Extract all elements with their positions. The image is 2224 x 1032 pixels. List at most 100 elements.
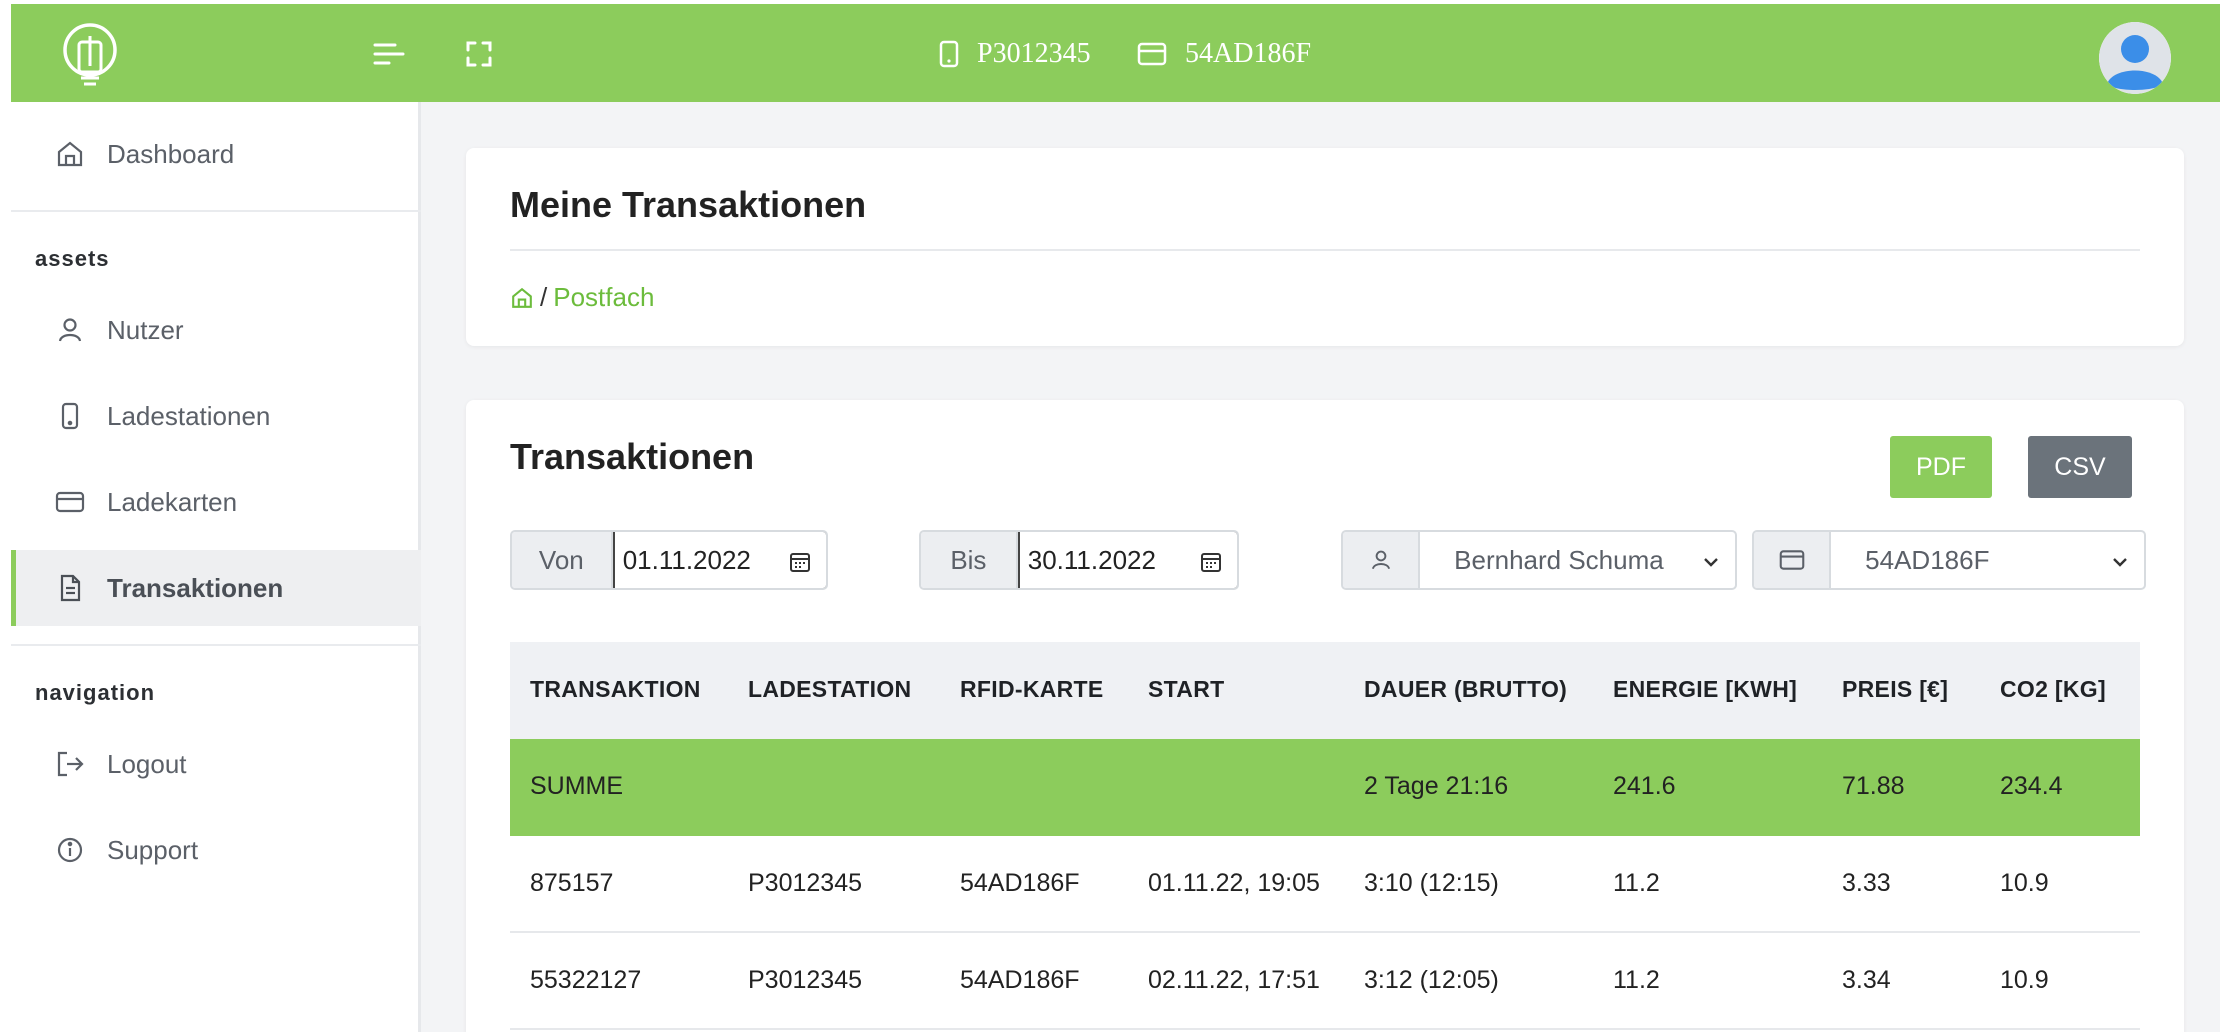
sidebar-item-label: Support: [107, 834, 199, 865]
card-icon: [1137, 42, 1167, 66]
column-header[interactable]: CO2 [KG]: [2000, 642, 2106, 737]
sidebar-section-navigation: navigation: [35, 680, 156, 705]
table-cell: 54AD186F: [960, 966, 1080, 994]
topbar-station[interactable]: P3012345: [939, 34, 1091, 74]
column-header[interactable]: START: [1148, 642, 1224, 737]
sidebar-item-label: Transaktionen: [107, 572, 284, 603]
table-cell: 2 Tage 21:16: [1364, 772, 1509, 800]
sidebar-item-dashboard[interactable]: Dashboard: [11, 116, 421, 192]
table-cell: 10.9: [2000, 966, 2049, 994]
export-pdf-button[interactable]: PDF: [1890, 436, 1992, 498]
title-divider: [510, 249, 2140, 251]
bis-label: Bis: [921, 532, 1018, 588]
sidebar-item-ladekarten[interactable]: Ladekarten: [11, 464, 421, 540]
card-select-prefix: [1754, 532, 1832, 588]
menu-toggle-icon[interactable]: [369, 34, 409, 74]
column-header[interactable]: ENERGIE [KWH]: [1613, 642, 1797, 737]
user-avatar[interactable]: [2099, 22, 2171, 94]
table-cell: 11.2: [1613, 966, 1660, 994]
sidebar-item-label: Ladekarten: [107, 486, 238, 517]
info-icon: [57, 837, 83, 863]
table-row[interactable]: 55322127 P3012345 54AD186F 02.11.22, 17:…: [510, 933, 2140, 1030]
table-cell: 3:12 (12:05): [1364, 966, 1499, 994]
column-header[interactable]: PREIS [€]: [1842, 642, 1948, 737]
table-summary-row: SUMME 2 Tage 21:16 241.6 71.88 234.4: [510, 739, 2140, 836]
breadcrumb: / Postfach: [510, 282, 654, 313]
breadcrumb-separator: /: [540, 282, 548, 312]
user-select[interactable]: Bernhard Schuma: [1420, 532, 1735, 588]
fullscreen-icon[interactable]: [459, 34, 499, 74]
brand-logo-icon[interactable]: [57, 20, 123, 92]
sidebar-divider: [11, 644, 421, 646]
column-header[interactable]: RFID-KARTE: [960, 642, 1104, 737]
calendar-icon[interactable]: [1199, 550, 1223, 574]
sidebar-section-assets: assets: [35, 246, 110, 271]
table-row[interactable]: 875157 P3012345 54AD186F 01.11.22, 19:05…: [510, 836, 2140, 933]
table-header-row: TRANSAKTION LADESTATION RFID-KARTE START…: [510, 642, 2140, 739]
breadcrumb-link-postfach[interactable]: Postfach: [553, 282, 654, 313]
sidebar-item-label: Logout: [107, 748, 187, 779]
chevron-down-icon: [1704, 558, 1718, 567]
table-cell: 3:10 (12:15): [1364, 869, 1499, 897]
table-cell: 71.88: [1842, 772, 1905, 800]
user-select-group: Bernhard Schuma: [1341, 530, 1737, 590]
phone-icon: [939, 40, 959, 68]
home-icon: [57, 141, 83, 167]
section-title: Transaktionen: [510, 436, 755, 477]
chevron-down-icon: [2113, 558, 2127, 567]
column-header[interactable]: DAUER (BRUTTO): [1364, 642, 1567, 737]
table-cell: 02.11.22, 17:51: [1148, 966, 1320, 994]
table-cell: 875157: [530, 869, 614, 897]
sidebar-item-ladestationen[interactable]: Ladestationen: [11, 378, 421, 454]
bis-date-value: 30.11.2022: [1027, 544, 1156, 575]
card-select[interactable]: 54AD186F: [1831, 532, 2144, 588]
table-cell: 01.11.22, 19:05: [1148, 869, 1320, 897]
sidebar-item-support[interactable]: Support: [11, 812, 421, 888]
table-cell: 3.34: [1842, 966, 1891, 994]
sidebar-item-logout[interactable]: Logout: [11, 726, 421, 802]
table-cell: P3012345: [748, 869, 863, 897]
column-header[interactable]: TRANSAKTION: [530, 642, 701, 737]
von-date-value: 01.11.2022: [622, 544, 751, 575]
sidebar-item-nutzer[interactable]: Nutzer: [11, 292, 421, 368]
sidebar-item-transaktionen[interactable]: Transaktionen: [11, 550, 421, 626]
table-cell: 241.6: [1613, 772, 1676, 800]
table-cell: 55322127: [530, 966, 642, 994]
sidebar-item-label: Nutzer: [107, 314, 184, 345]
von-label: Von: [512, 532, 613, 588]
transactions-card: Transaktionen PDF CSV Von 01.11.2022 Bis…: [466, 400, 2184, 1032]
column-header[interactable]: LADESTATION: [748, 642, 911, 737]
von-date-input[interactable]: 01.11.2022: [612, 532, 826, 588]
home-icon[interactable]: [510, 285, 534, 311]
sidebar-item-label: Dashboard: [107, 138, 235, 169]
sidebar-divider: [11, 210, 421, 212]
bis-date-group: Bis 30.11.2022: [919, 530, 1239, 590]
von-date-group: Von 01.11.2022: [510, 530, 828, 590]
document-icon: [60, 574, 81, 602]
table-cell: 10.9: [2000, 869, 2049, 897]
table-cell: P3012345: [748, 966, 863, 994]
page-title: Meine Transaktionen: [510, 184, 867, 225]
card-select-group: 54AD186F: [1752, 530, 2146, 590]
logout-icon: [57, 751, 84, 777]
user-select-prefix: [1343, 532, 1421, 588]
sidebar-item-label: Ladestationen: [107, 400, 271, 431]
bis-date-input[interactable]: 30.11.2022: [1017, 532, 1237, 588]
table-cell: SUMME: [530, 772, 624, 800]
sidebar: Dashboard assets Nutzer Ladestationen La…: [11, 102, 421, 1032]
table-cell: 11.2: [1613, 869, 1660, 897]
export-csv-button[interactable]: CSV: [2028, 436, 2132, 498]
user-icon: [58, 318, 82, 342]
app-frame: P3012345 54AD186F Dashboard assets Nutze…: [11, 4, 2220, 1032]
card-select-value: 54AD186F: [1865, 544, 1990, 575]
top-bar: P3012345 54AD186F: [11, 4, 2220, 102]
user-avatar-icon: [2099, 22, 2171, 94]
topbar-card[interactable]: 54AD186F: [1137, 34, 1311, 74]
table-cell: 54AD186F: [960, 869, 1080, 897]
table-cell: 234.4: [2000, 772, 2063, 800]
topbar-station-label: P3012345: [977, 38, 1091, 69]
user-select-value: Bernhard Schuma: [1454, 544, 1664, 575]
user-icon: [1371, 550, 1390, 570]
table-cell: 3.33: [1842, 869, 1891, 897]
calendar-icon[interactable]: [788, 550, 812, 574]
